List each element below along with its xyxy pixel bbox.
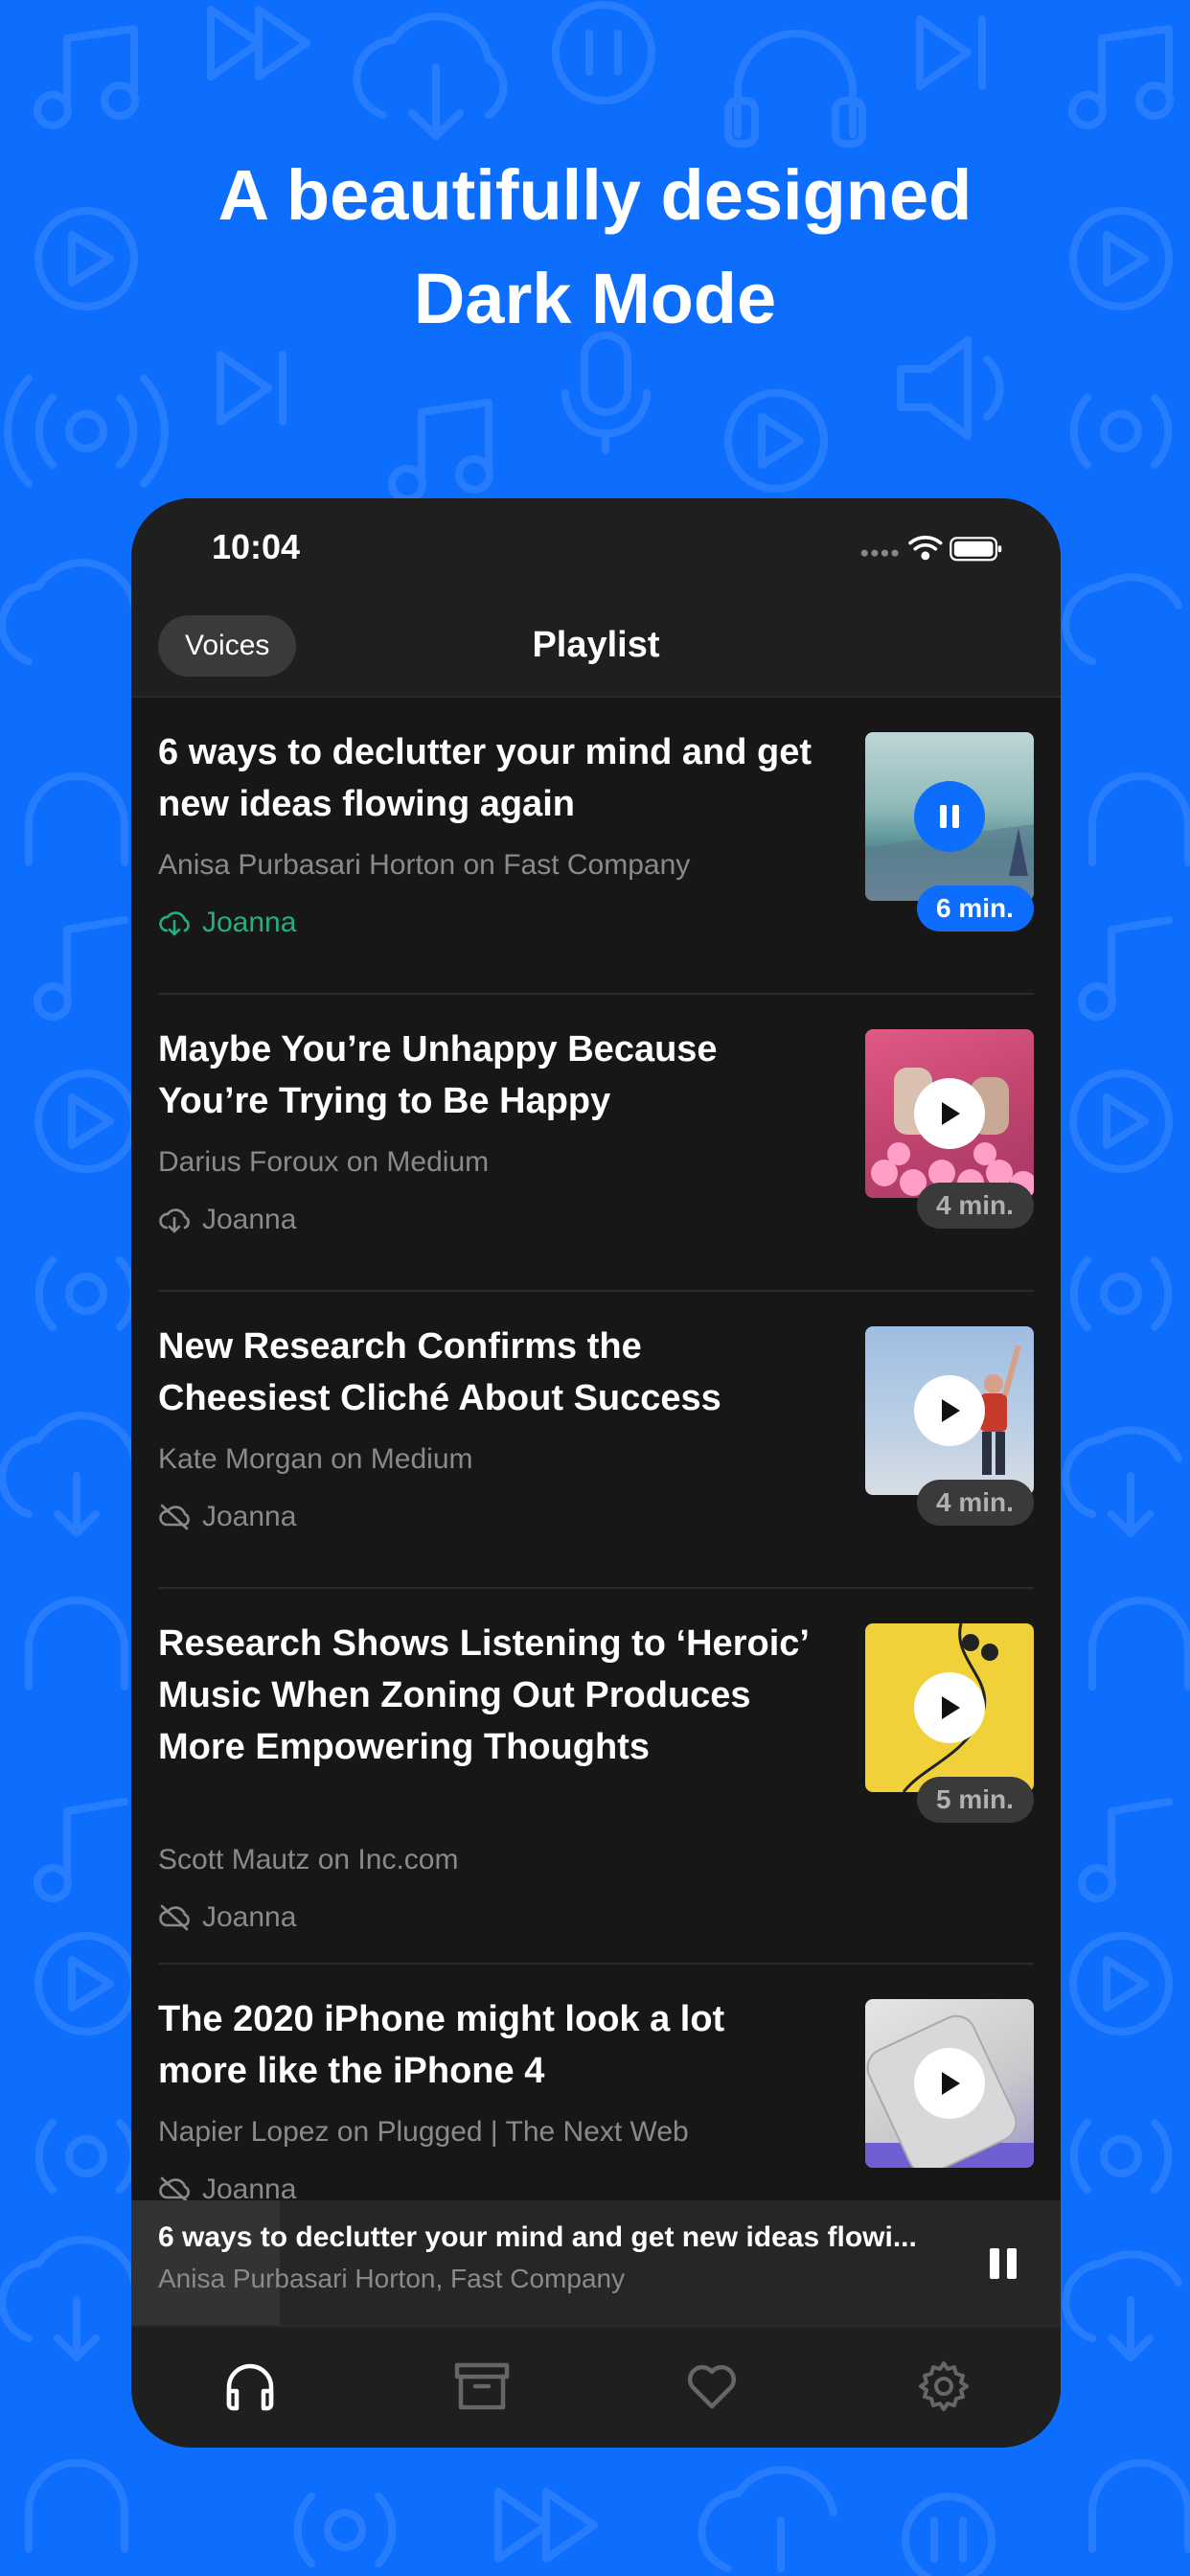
article-thumbnail xyxy=(865,732,1034,901)
article-source: Scott Mautz on Inc.com xyxy=(158,1844,459,1875)
article-thumbnail xyxy=(865,1623,1034,1792)
playback-progress-bar xyxy=(131,2200,281,2325)
battery-icon xyxy=(950,537,1002,562)
article-voice: Joanna xyxy=(158,1901,296,1934)
tab-favorites[interactable] xyxy=(674,2348,750,2425)
list-item[interactable]: New Research Confirms the Cheesiest Clic… xyxy=(158,1292,1034,1579)
music-note-icon xyxy=(1068,25,1174,129)
now-playing-title: 6 ways to declutter your mind and get ne… xyxy=(158,2221,917,2253)
article-source: Darius Foroux on Medium xyxy=(158,1146,490,1178)
duration-badge: 5 min. xyxy=(917,1777,1034,1823)
tab-playlist[interactable] xyxy=(212,2348,288,2425)
article-title: The 2020 iPhone might look a lot more li… xyxy=(158,1999,725,2091)
article-title: Research Shows Listening to ‘Heroic’ Mus… xyxy=(158,1623,808,1767)
article-source: Anisa Purbasari Horton on Fast Company xyxy=(158,849,691,881)
pause-button[interactable] xyxy=(984,2244,1022,2283)
cellular-signal-icon xyxy=(860,549,899,557)
headphones-icon xyxy=(724,30,866,148)
voice-name: Joanna xyxy=(202,1901,297,1933)
pause-icon xyxy=(990,2248,1017,2279)
playlist-list: 6 ways to declutter your mind and get ne… xyxy=(131,698,1061,2202)
article-thumbnail xyxy=(865,1029,1034,1198)
headline-line-2: Dark Mode xyxy=(413,259,777,338)
cloud-off-icon xyxy=(159,2176,190,2202)
article-voice: Joanna xyxy=(158,907,296,939)
article-thumbnail xyxy=(865,1999,1034,2168)
cloud-off-icon xyxy=(159,1504,190,1530)
status-icons xyxy=(860,536,1002,562)
archive-icon xyxy=(454,2362,510,2410)
article-voice: Joanna xyxy=(158,1501,296,1533)
tab-bar xyxy=(131,2325,1061,2448)
cloud-download-icon xyxy=(353,12,508,140)
wifi-icon xyxy=(908,536,943,561)
duration-badge: 4 min. xyxy=(917,1480,1034,1526)
navigation-bar: Voices Playlist xyxy=(131,594,1061,698)
pause-icon xyxy=(940,805,959,828)
play-button[interactable] xyxy=(914,1375,985,1446)
list-item[interactable]: Maybe You’re Unhappy Because You’re Tryi… xyxy=(158,995,1034,1282)
article-source: Kate Morgan on Medium xyxy=(158,1443,473,1475)
now-playing-subtitle: Anisa Purbasari Horton, Fast Company xyxy=(158,2264,626,2293)
play-icon xyxy=(942,2072,960,2095)
article-title: 6 ways to declutter your mind and get ne… xyxy=(158,732,812,824)
article-voice: Joanna xyxy=(158,2174,296,2202)
duration-badge: 6 min. xyxy=(917,886,1034,932)
article-source: Napier Lopez on Plugged | The Next Web xyxy=(158,2116,689,2148)
duration-badge: 4 min. xyxy=(917,1183,1034,1229)
cloud-off-icon xyxy=(159,1904,190,1931)
phone-frame: 10:04 Voices Playlist 6 ways to declutte… xyxy=(131,498,1061,2448)
headline: A beautifully designed Dark Mode xyxy=(0,144,1190,351)
article-title: Maybe You’re Unhappy Because You’re Tryi… xyxy=(158,1029,718,1121)
tab-settings[interactable] xyxy=(905,2348,982,2425)
list-item[interactable]: Research Shows Listening to ‘Heroic’ Mus… xyxy=(158,1589,1034,1963)
cloud-download-icon xyxy=(159,911,190,936)
play-icon xyxy=(942,1696,960,1719)
article-title: New Research Confirms the Cheesiest Clic… xyxy=(158,1326,721,1418)
article-thumbnail xyxy=(865,1326,1034,1495)
headline-line-1: A beautifully designed xyxy=(217,155,973,235)
play-button[interactable] xyxy=(914,2048,985,2119)
heart-icon xyxy=(687,2364,737,2409)
pause-button[interactable] xyxy=(914,781,985,852)
play-icon xyxy=(942,1399,960,1422)
status-bar: 10:04 xyxy=(131,498,1061,594)
voice-name: Joanna xyxy=(202,907,297,938)
gear-icon xyxy=(919,2361,969,2411)
play-button[interactable] xyxy=(914,1078,985,1149)
music-note-icon xyxy=(34,25,139,129)
status-time: 10:04 xyxy=(212,527,301,566)
headphones-icon xyxy=(226,2363,274,2411)
voice-name: Joanna xyxy=(202,2174,297,2202)
fast-forward-icon xyxy=(207,6,310,80)
voice-name: Joanna xyxy=(202,1204,297,1235)
page-title: Playlist xyxy=(532,625,660,665)
mini-player[interactable]: 6 ways to declutter your mind and get ne… xyxy=(131,2200,1061,2325)
list-item[interactable]: 6 ways to declutter your mind and get ne… xyxy=(158,698,1034,985)
article-voice: Joanna xyxy=(158,1204,296,1236)
play-icon xyxy=(942,1102,960,1125)
pause-circle-icon xyxy=(552,1,655,104)
list-item[interactable]: The 2020 iPhone might look a lot more li… xyxy=(158,1965,1034,2202)
tab-archive[interactable] xyxy=(444,2348,520,2425)
skip-next-icon xyxy=(916,15,986,90)
cloud-download-icon xyxy=(159,1208,190,1233)
voice-name: Joanna xyxy=(202,1501,297,1532)
play-button[interactable] xyxy=(914,1672,985,1743)
